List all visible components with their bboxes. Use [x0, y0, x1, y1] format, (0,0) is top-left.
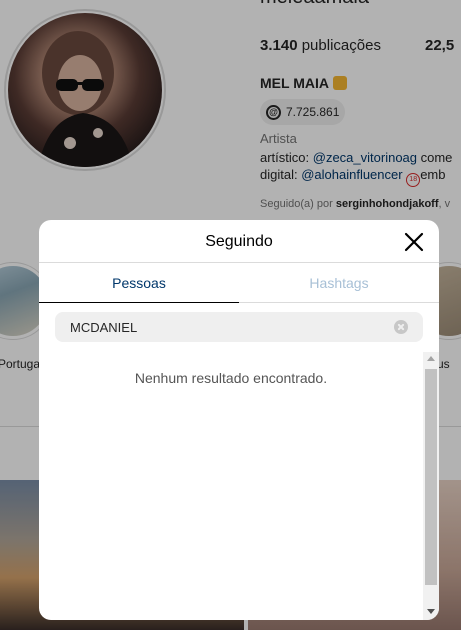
scrollbar-thumb[interactable]	[425, 369, 437, 585]
search-input[interactable]	[55, 312, 395, 342]
dialog-header: Seguindo	[39, 220, 439, 263]
empty-results-message: Nenhum resultado encontrado.	[134, 370, 328, 386]
search-box	[55, 312, 423, 342]
dialog-title: Seguindo	[205, 233, 273, 250]
scrollbar[interactable]	[423, 352, 439, 620]
following-dialog: Seguindo Pessoas Hashtags Nenhum resulta…	[39, 220, 439, 620]
dialog-tabs: Pessoas Hashtags	[39, 263, 439, 303]
tab-people[interactable]: Pessoas	[39, 263, 239, 303]
scroll-up-arrow-icon[interactable]	[427, 356, 435, 361]
tab-hashtags[interactable]: Hashtags	[239, 263, 439, 303]
clear-search-icon[interactable]	[394, 320, 408, 334]
close-icon	[404, 232, 424, 252]
close-button[interactable]	[403, 231, 425, 253]
scroll-down-arrow-icon[interactable]	[427, 609, 435, 614]
